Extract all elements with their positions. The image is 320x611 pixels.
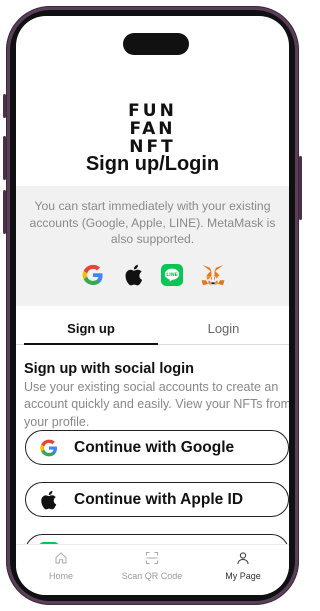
metamask-icon	[201, 264, 225, 286]
nav-home[interactable]: Home	[16, 551, 106, 581]
continue-with-google-button[interactable]: Continue with Google	[25, 430, 289, 465]
page-title: Sign up/Login	[85, 153, 220, 175]
nav-scan-qr[interactable]: Scan QR Code	[107, 551, 197, 581]
section-title: Sign up with social login	[24, 361, 194, 377]
line-icon: LINE	[160, 264, 183, 286]
power-button	[299, 156, 302, 220]
tab-signup[interactable]: Sign up	[24, 314, 158, 344]
info-text: You can start immediately with your exis…	[29, 199, 276, 246]
apple-button-label: Continue with Apple ID	[74, 491, 244, 508]
nav-mypage-label: My Page	[225, 571, 261, 581]
screen: FUN FAN NFT Sign up/Login You can start …	[16, 16, 289, 595]
logo-line-1: FUN	[128, 101, 177, 121]
info-box: You can start immediately with your exis…	[16, 186, 289, 306]
volume-up-button	[3, 136, 6, 180]
app-screenshot: FUN FAN NFT Sign up/Login You can start …	[0, 0, 307, 611]
google-icon	[39, 438, 59, 462]
continue-with-apple-button[interactable]: Continue with Apple ID	[25, 482, 289, 517]
nav-home-label: Home	[48, 571, 73, 581]
apple-icon	[39, 490, 57, 514]
auth-tabs: Sign up Login	[16, 314, 289, 345]
provider-icons: LINE	[16, 263, 289, 287]
user-icon	[198, 551, 288, 571]
svg-text:LINE: LINE	[166, 272, 178, 278]
logo-line-2: FAN	[129, 119, 176, 139]
google-button-label: Continue with Google	[74, 439, 235, 456]
nav-my-page[interactable]: My Page	[198, 551, 288, 581]
apple-icon	[123, 264, 143, 286]
bottom-nav-bar: Home Scan QR Code My Page	[16, 544, 289, 595]
dynamic-island	[123, 33, 189, 55]
volume-down-button	[3, 190, 6, 234]
active-tab-indicator	[24, 343, 158, 345]
section-description: Use your existing social accounts to cre…	[24, 380, 289, 429]
tab-login[interactable]: Login	[158, 314, 289, 344]
nav-scan-label: Scan QR Code	[121, 571, 183, 581]
google-icon	[81, 263, 105, 287]
home-icon	[16, 551, 106, 571]
qr-scan-icon	[107, 551, 197, 571]
silent-switch	[3, 94, 6, 118]
